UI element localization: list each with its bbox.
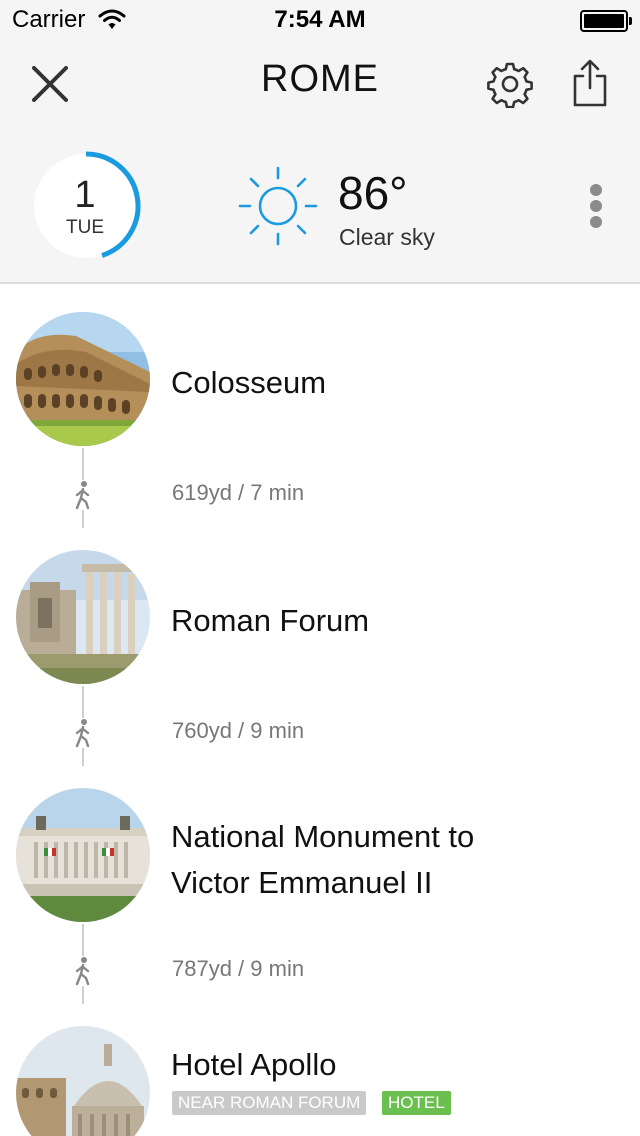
walk-distance-time: 619yd / 7 min (172, 480, 305, 505)
place-name: Colosseum (171, 365, 327, 400)
more-vertical-icon (590, 184, 602, 196)
page-title: ROME (0, 58, 640, 101)
walk-segment: 619yd / 7 min (0, 468, 640, 528)
itinerary-list: Colosseum 619yd / 7 min Roman Forum 760y… (0, 286, 640, 1136)
temperature: 86° (338, 167, 408, 219)
header-panel: Carrier 7:54 AM ROME 1 TUE 86° Clear sky (0, 0, 640, 284)
settings-button[interactable] (486, 60, 534, 108)
status-time: 7:54 AM (274, 6, 366, 33)
place-name: National Monument to Victor Emmanuel II (171, 814, 611, 906)
share-button[interactable] (570, 58, 610, 108)
day-weekday: TUE (66, 217, 104, 238)
sun-icon (238, 166, 318, 246)
close-button[interactable] (28, 62, 72, 106)
battery-icon (580, 10, 632, 32)
walk-segment: 760yd / 9 min (0, 706, 640, 766)
day-progress-circle[interactable]: 1 (30, 150, 142, 262)
place-name-line-2: Victor Emmanuel II (171, 865, 433, 900)
page-title-text: ROME (261, 58, 379, 100)
walk-distance-time: 787yd / 9 min (172, 956, 305, 981)
roman-forum-photo (16, 550, 150, 684)
list-item-roman-forum[interactable]: Roman Forum (0, 550, 640, 686)
tag-list: NEAR ROMAN FORUM HOTEL (172, 1091, 592, 1115)
tag-hotel: HOTEL (382, 1091, 451, 1115)
day-number: 1 (74, 174, 96, 216)
walk-segment: 787yd / 9 min (0, 944, 640, 1004)
walking-icon (72, 956, 94, 986)
status-bar: Carrier 7:54 AM (0, 0, 640, 40)
close-icon (32, 66, 68, 102)
list-item-national-monument[interactable]: National Monument to Victor Emmanuel II (0, 788, 640, 924)
walking-icon (72, 480, 94, 510)
list-item-hotel-apollo[interactable]: Hotel Apollo NEAR ROMAN FORUM HOTEL (0, 1026, 640, 1136)
place-name-line-1: National Monument to (171, 819, 475, 854)
share-icon (573, 59, 607, 107)
place-name: Hotel Apollo (171, 1047, 337, 1082)
walk-distance-time: 760yd / 9 min (172, 718, 305, 743)
walking-icon (72, 718, 94, 748)
place-name: Roman Forum (171, 603, 370, 638)
colosseum-photo (16, 312, 150, 446)
weather-condition: Clear sky (339, 224, 435, 250)
hotel-apollo-photo (16, 1026, 150, 1136)
more-options-button[interactable] (584, 180, 608, 232)
national-monument-photo (16, 788, 150, 922)
gear-icon (487, 62, 533, 108)
tag-near-roman-forum: NEAR ROMAN FORUM (172, 1091, 367, 1115)
list-item-colosseum[interactable]: Colosseum (0, 312, 640, 448)
